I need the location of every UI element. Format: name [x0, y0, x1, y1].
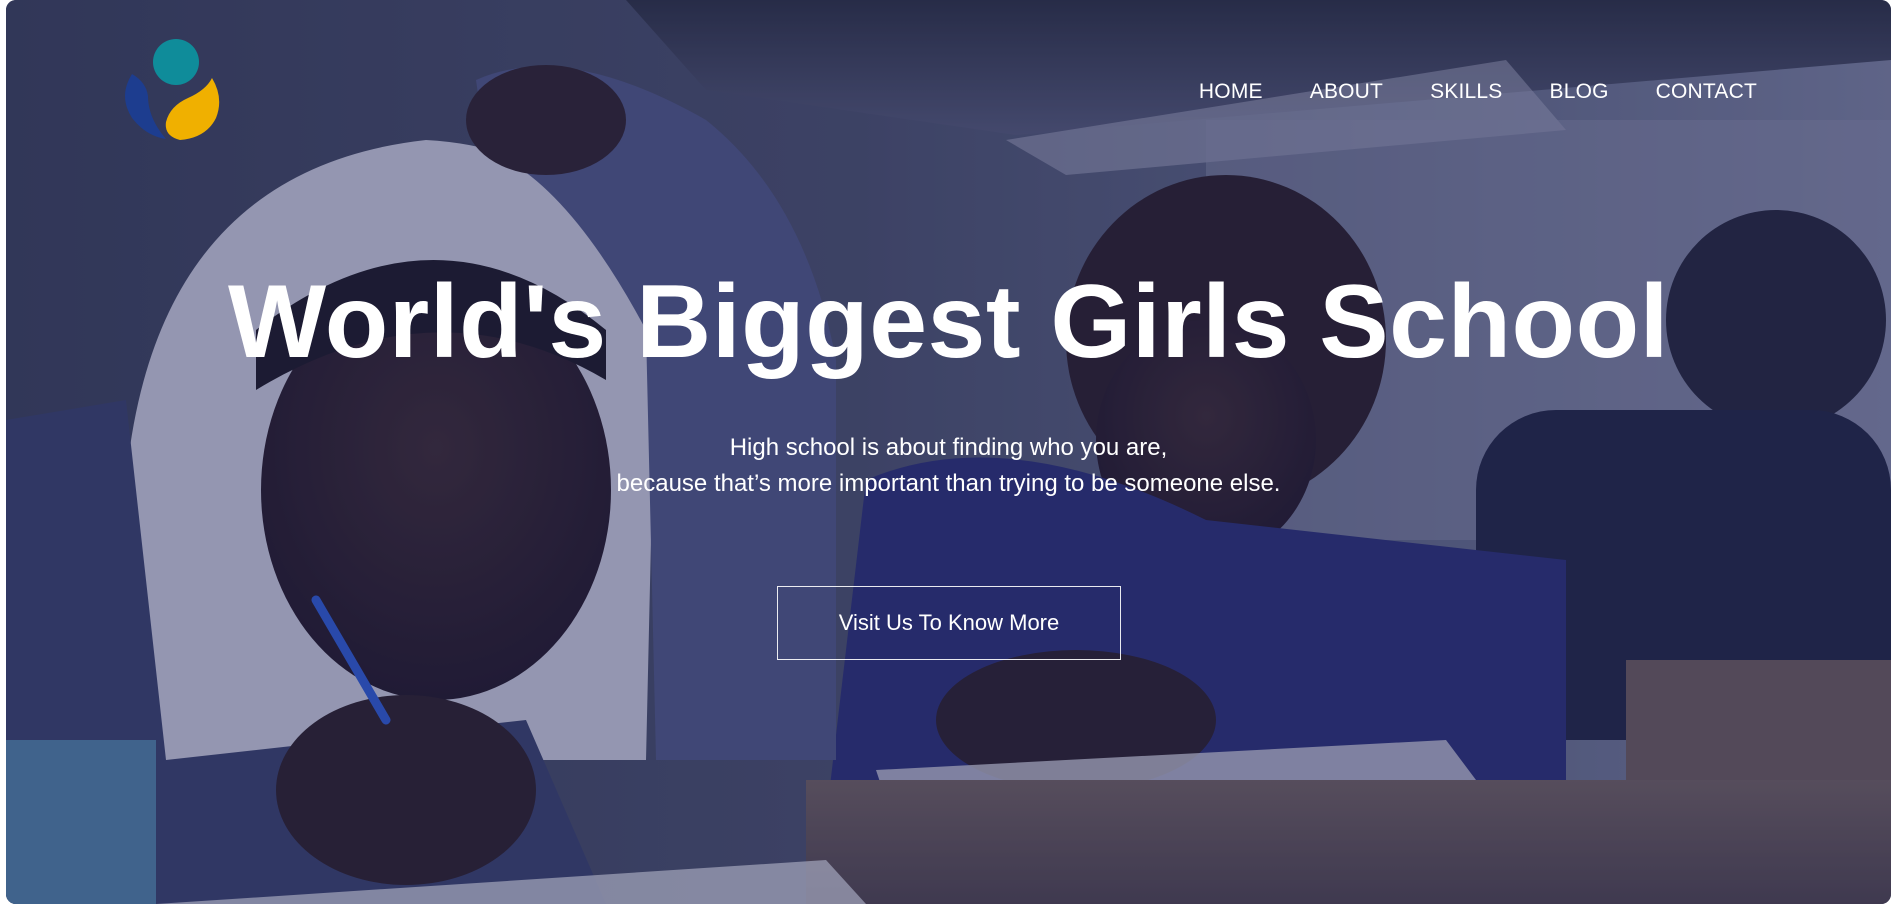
nav-skills-link[interactable]: SKILLS — [1430, 80, 1502, 104]
nav-blog-link[interactable]: BLOG — [1550, 80, 1609, 104]
visit-us-button[interactable]: Visit Us To Know More — [777, 586, 1121, 660]
hero-subtitle: High school is about finding who you are… — [6, 430, 1891, 502]
hero-subtitle-line-1: High school is about finding who you are… — [729, 434, 1168, 461]
hero-title: World's Biggest Girls School — [227, 264, 1669, 380]
nav-contact-link[interactable]: CONTACT — [1656, 80, 1757, 104]
nav-home-link[interactable]: HOME — [1199, 80, 1263, 104]
hero-section: HOME ABOUT SKILLS BLOG CONTACT World's B… — [6, 0, 1891, 904]
nav-about-link[interactable]: ABOUT — [1310, 80, 1383, 104]
main-navigation: HOME ABOUT SKILLS BLOG CONTACT — [1199, 80, 1757, 104]
hero-subtitle-line-2: because that’s more important than tryin… — [616, 470, 1281, 497]
school-logo-icon[interactable] — [118, 36, 228, 141]
